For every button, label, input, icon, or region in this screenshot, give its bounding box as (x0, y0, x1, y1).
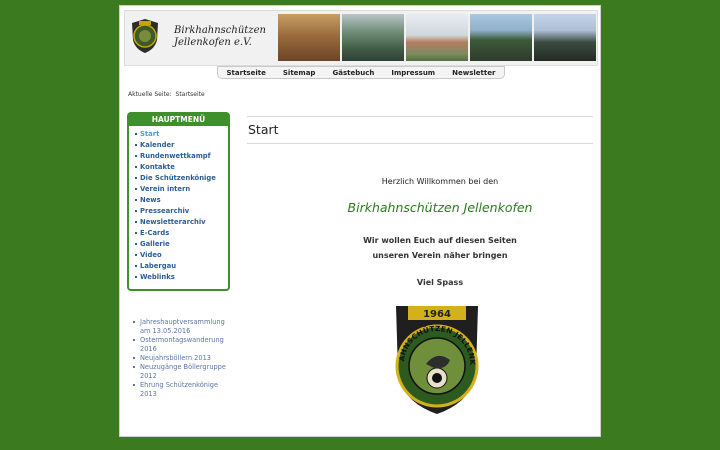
menu-item-news[interactable]: News (135, 195, 228, 206)
site-header: Birkhahnschützen Jellenkofen e.V. (124, 10, 598, 66)
breadcrumb: Aktuelle Seite: Startseite (128, 91, 205, 98)
nav-impressum[interactable]: Impressum (391, 69, 435, 77)
site-title[interactable]: Birkhahnschützen Jellenkofen e.V. (174, 25, 266, 49)
menu-item-newsletterarchiv[interactable]: Newsletterarchiv (135, 217, 228, 228)
top-navigation: Startseite Sitemap Gästebuch Impressum N… (217, 66, 505, 79)
menu-item-video[interactable]: Video (135, 250, 228, 261)
header-photo-parade (534, 14, 596, 61)
intro-line-1: Wir wollen Euch auf diesen Seiten (363, 236, 517, 245)
site-title-line2: Jellenkofen e.V. (174, 37, 252, 48)
menu-item-gallerie[interactable]: Gallerie (135, 239, 228, 250)
emblem-year: 1964 (423, 309, 451, 320)
welcome-text: Herzlich Willkommen bei den (381, 177, 499, 186)
header-photo-vehicle (342, 14, 404, 61)
news-item[interactable]: Ehrung Schützenkönige 2013 (132, 381, 232, 399)
menu-item-start[interactable]: Start (135, 129, 228, 140)
menu-item-pressearchiv[interactable]: Pressearchiv (135, 206, 228, 217)
header-photo-flags (470, 14, 532, 61)
page-title: Start (248, 122, 279, 137)
intro-line-2: unseren Verein näher bringen (372, 251, 508, 260)
menu-item-schuetzenkoenige[interactable]: Die Schützenkönige (135, 173, 228, 184)
title-divider-bottom (247, 143, 593, 144)
menu-item-weblinks[interactable]: Weblinks (135, 272, 228, 283)
breadcrumb-label: Aktuelle Seite: (128, 91, 172, 98)
menu-item-labergau[interactable]: Labergau (135, 261, 228, 272)
main-menu-list: Start Kalender Rundenwettkampf Kontakte … (129, 126, 228, 283)
greeting-text: Viel Spass (416, 278, 464, 287)
header-photo-strip (278, 14, 596, 61)
page-container: Birkhahnschützen Jellenkofen e.V. Starts… (119, 5, 601, 437)
menu-item-rundenwettkampf[interactable]: Rundenwettkampf (135, 151, 228, 162)
title-divider-top (247, 116, 593, 117)
header-photo-salute (406, 14, 468, 61)
nav-startseite[interactable]: Startseite (227, 69, 266, 77)
breadcrumb-current: Startseite (175, 91, 205, 98)
nav-newsletter[interactable]: Newsletter (452, 69, 495, 77)
club-emblem-icon: 1964 BIRKHAHNSCHÜTZEN JELLENKOFEN (390, 302, 479, 414)
club-logo-icon[interactable] (130, 18, 160, 54)
news-item[interactable]: Jahreshauptversammlung am 13.05.2016 (132, 318, 232, 336)
news-list: Jahreshauptversammlung am 13.05.2016 Ost… (132, 318, 232, 399)
nav-gaestebuch[interactable]: Gästebuch (332, 69, 374, 77)
menu-item-kalender[interactable]: Kalender (135, 140, 228, 151)
news-item[interactable]: Neujahrsböllern 2013 (132, 354, 232, 363)
news-item[interactable]: Ostermontagswanderung 2016 (132, 336, 232, 354)
club-name: Birkhahnschützen Jellenkofen (347, 200, 533, 215)
news-item[interactable]: Neuzugänge Böllergruppe 2012 (132, 363, 232, 381)
menu-item-verein-intern[interactable]: Verein intern (135, 184, 228, 195)
header-photo-festival (278, 14, 340, 61)
main-menu: HAUPTMENÜ Start Kalender Rundenwettkampf… (127, 112, 230, 291)
menu-item-kontakte[interactable]: Kontakte (135, 162, 228, 173)
site-title-line1: Birkhahnschützen (174, 25, 266, 36)
menu-item-ecards[interactable]: E-Cards (135, 228, 228, 239)
nav-sitemap[interactable]: Sitemap (283, 69, 316, 77)
main-menu-title: HAUPTMENÜ (129, 114, 228, 126)
